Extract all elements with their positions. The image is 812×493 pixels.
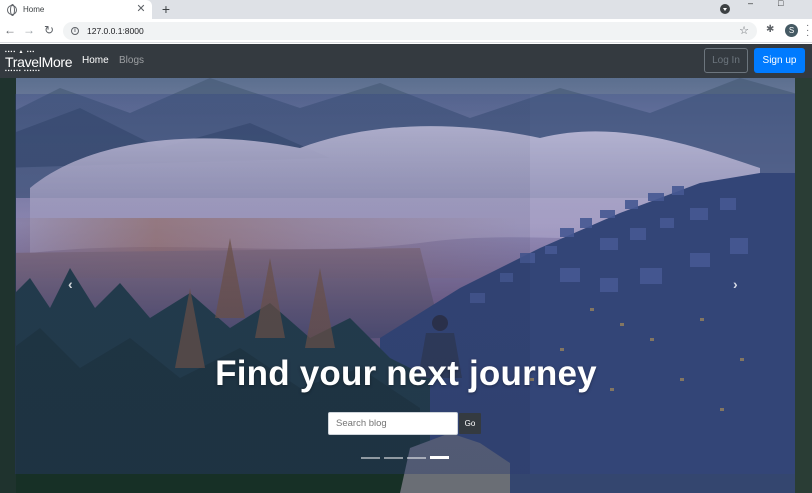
- kebab-menu-icon[interactable]: · · ·: [806, 21, 812, 41]
- brand-decoration-bottom: ▪▪▪▪▪▪ ▪▪▪▪▪▪: [5, 68, 41, 74]
- minimize-button[interactable]: –: [748, 0, 753, 8]
- hero-carousel: ‹ › Find your next journey Go: [0, 78, 812, 493]
- nav-link-blogs[interactable]: Blogs: [119, 55, 144, 66]
- carousel-indicator-1[interactable]: [361, 457, 380, 459]
- puzzle-icon[interactable]: ✱: [766, 24, 774, 35]
- new-tab-button[interactable]: +: [159, 0, 173, 19]
- maximize-button[interactable]: □: [778, 0, 783, 8]
- carousel-indicator-2[interactable]: [384, 457, 403, 459]
- chevron-left-icon[interactable]: ‹: [68, 276, 73, 292]
- info-icon[interactable]: i: [71, 27, 79, 35]
- profile-avatar[interactable]: S: [785, 24, 798, 37]
- go-button[interactable]: Go: [459, 413, 481, 434]
- address-bar[interactable]: i 127.0.0.1:8000 ☆: [63, 22, 757, 40]
- arrow-left-icon[interactable]: ←: [3, 23, 17, 37]
- carousel-indicator-4[interactable]: [430, 456, 449, 459]
- url-text[interactable]: 127.0.0.1:8000: [87, 26, 144, 36]
- browser-tab-home[interactable]: Home ✕: [0, 0, 152, 19]
- browser-tab-strip: Home ✕ + – □: [0, 0, 812, 19]
- tab-search-icon[interactable]: [720, 4, 730, 14]
- login-button[interactable]: Log In: [704, 48, 748, 73]
- signup-button[interactable]: Sign up: [754, 48, 805, 73]
- hero-headline: Find your next journey: [215, 354, 597, 393]
- star-icon[interactable]: ☆: [739, 24, 749, 37]
- globe-icon: [7, 4, 17, 16]
- tab-title: Home: [23, 5, 45, 14]
- chevron-right-icon[interactable]: ›: [733, 276, 738, 292]
- search-input[interactable]: [328, 412, 458, 435]
- site-navbar: ▪▪▪▪ ▲ ▪▪▪ TravelMore ▪▪▪▪▪▪ ▪▪▪▪▪▪ Home…: [0, 44, 812, 78]
- reload-icon[interactable]: ↻: [42, 23, 56, 37]
- close-icon[interactable]: ✕: [134, 0, 148, 19]
- carousel-indicator-3[interactable]: [407, 457, 426, 459]
- browser-toolbar: ← → ↻ i 127.0.0.1:8000 ☆: [0, 19, 812, 43]
- brand-logo[interactable]: ▪▪▪▪ ▲ ▪▪▪ TravelMore ▪▪▪▪▪▪ ▪▪▪▪▪▪: [5, 50, 73, 74]
- nav-link-home[interactable]: Home: [82, 55, 109, 66]
- arrow-right-icon[interactable]: →: [22, 23, 36, 37]
